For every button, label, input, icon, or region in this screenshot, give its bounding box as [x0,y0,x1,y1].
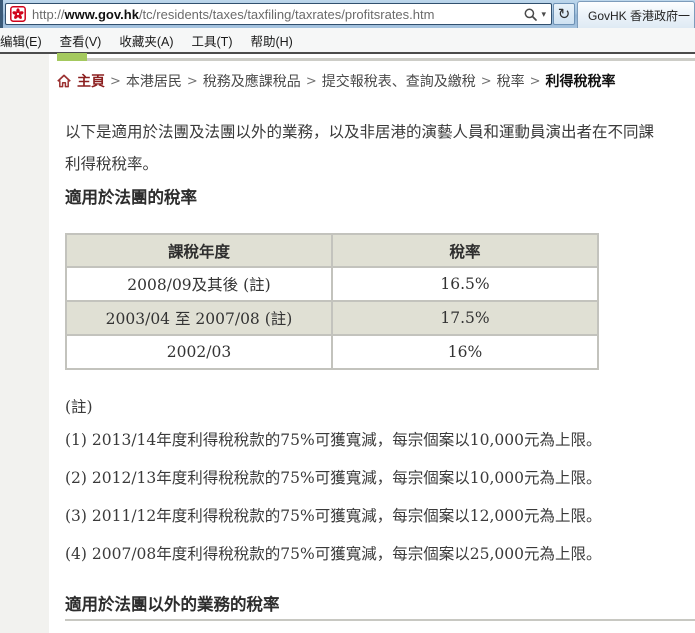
menu-edit[interactable]: 编辑(E) [0,31,51,50]
profits-tax-rates-table: 課稅年度 稅率 2008/09及其後 (註) 16.5% 2003/04 至 2… [65,233,599,370]
intro-line-1: 以下是適用於法團及法團以外的業務，以及非居港的演藝人員和運動員演出者在不同課 [65,116,654,148]
breadcrumb-separator: > [481,74,492,89]
table-row: 2008/09及其後 (註) 16.5% [66,267,598,301]
table-row: 2002/03 16% [66,335,598,369]
section-divider [65,619,695,621]
menu-help[interactable]: 帮助(H) [241,31,301,50]
breadcrumb-link-taxes[interactable]: 稅務及應課稅品 [203,71,301,91]
tab-title: GovHK 香港政府一 [588,7,690,24]
menu-tools[interactable]: 工具(T) [183,31,242,50]
menu-favorites[interactable]: 收藏夹(A) [110,31,182,50]
nav-tab-fragment [57,53,87,61]
url-prefix: http:// [32,7,65,22]
cell-year: 2003/04 至 2007/08 (註) [66,301,332,335]
govhk-favicon-icon [10,6,26,22]
breadcrumb-home-link[interactable]: 主頁 [77,71,105,91]
cell-year: 2002/03 [66,335,332,369]
header-divider [87,58,695,61]
intro-paragraph: 以下是適用於法團及法團以外的業務，以及非居港的演藝人員和運動員演出者在不同課 利… [65,116,654,180]
breadcrumb-separator: > [530,74,541,89]
cell-year: 2008/09及其後 (註) [66,267,332,301]
note-item: (2) 2012/13年度利得稅稅款的75%可獲寬減，每宗個案以10,000元為… [65,466,601,488]
address-bar[interactable]: http://www.gov.hk/tc/residents/taxes/tax… [5,3,552,25]
url-domain: www.gov.hk [65,7,139,22]
table-row: 2003/04 至 2007/08 (註) 17.5% [66,301,598,335]
browser-titlebar: http://www.gov.hk/tc/residents/taxes/tax… [0,0,695,28]
chevron-down-icon[interactable]: ▾ [541,9,546,20]
menu-view[interactable]: 查看(V) [51,31,111,50]
note-item: (3) 2011/12年度利得稅稅款的75%可獲寬減，每宗個案以12,000元為… [65,504,601,526]
section-heading-unincorporated: 適用於法團以外的業務的稅率 [65,591,280,615]
breadcrumb-link-taxrates[interactable]: 稅率 [497,71,525,91]
breadcrumb-separator: > [187,74,198,89]
window-edge [0,0,3,28]
cell-rate: 16% [332,335,598,369]
breadcrumb-separator: > [306,74,317,89]
search-icon[interactable] [523,7,538,22]
column-header-year: 課稅年度 [66,234,332,267]
column-header-rate: 稅率 [332,234,598,267]
breadcrumb-separator: > [110,74,121,89]
section-heading-corporations: 適用於法團的稅率 [65,184,197,208]
url-path: /tc/residents/taxes/taxfiling/taxrates/p… [139,7,435,22]
notes-label: (註) [65,395,93,417]
table-header-row: 課稅年度 稅率 [66,234,598,267]
refresh-button[interactable]: ↻ [553,3,575,25]
url-field[interactable]: http://www.gov.hk/tc/residents/taxes/tax… [32,7,523,22]
breadcrumb: 主頁 > 本港居民 > 稅務及應課稅品 > 提交報稅表、查詢及繳稅 > 稅率 >… [56,71,616,91]
note-item: (1) 2013/14年度利得稅稅款的75%可獲寬減，每宗個案以10,000元為… [65,428,601,450]
browser-tab[interactable]: GovHK 香港政府一 [577,1,695,28]
page-left-margin [0,54,49,633]
breadcrumb-current: 利得稅稅率 [546,71,616,91]
menu-bar: 编辑(E) 查看(V) 收藏夹(A) 工具(T) 帮助(H) [0,28,695,54]
note-item: (4) 2007/08年度利得稅稅款的75%可獲寬減，每宗個案以25,000元為… [65,542,601,564]
cell-rate: 16.5% [332,267,598,301]
breadcrumb-link-residents[interactable]: 本港居民 [126,71,182,91]
intro-line-2: 利得稅稅率。 [65,148,654,180]
breadcrumb-link-taxfiling[interactable]: 提交報稅表、查詢及繳稅 [322,71,476,91]
page-content: 主頁 > 本港居民 > 稅務及應課稅品 > 提交報稅表、查詢及繳稅 > 稅率 >… [0,54,695,633]
home-icon[interactable] [56,73,72,89]
refresh-icon: ↻ [558,7,571,22]
cell-rate: 17.5% [332,301,598,335]
